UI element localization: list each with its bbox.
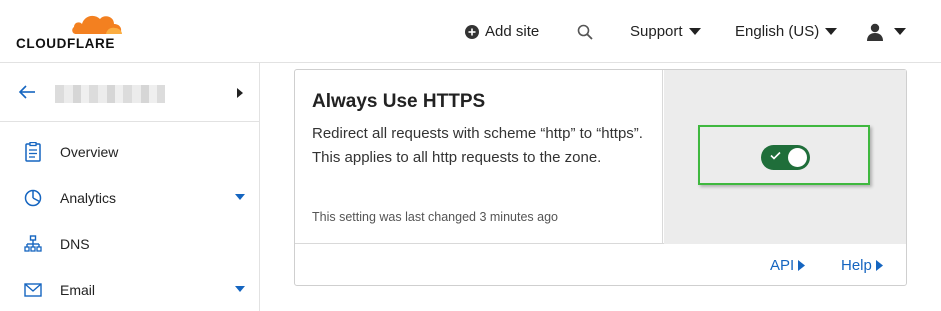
- setting-title: Always Use HTTPS: [312, 91, 486, 112]
- caret-down-icon: [825, 27, 838, 35]
- zone-selector[interactable]: [0, 63, 259, 122]
- help-link-label: Help: [841, 256, 872, 274]
- user-menu[interactable]: [866, 0, 906, 63]
- user-icon: [867, 23, 883, 41]
- top-header: CLOUDFLARE Add site Support English (US): [0, 0, 941, 63]
- document-icon: [25, 142, 41, 162]
- sidebar-item-dns[interactable]: DNS: [0, 224, 259, 264]
- card-body: Always Use HTTPS Redirect all requests w…: [295, 70, 906, 244]
- cloud-logo-icon: [72, 15, 122, 34]
- plus-circle-icon: [465, 24, 479, 39]
- zone-name-redacted: [55, 85, 165, 103]
- cloudflare-logo[interactable]: CLOUDFLARE: [16, 10, 126, 52]
- caret-right-icon: [875, 259, 883, 271]
- help-link[interactable]: Help: [841, 245, 883, 285]
- card-footer: API Help: [295, 245, 906, 285]
- caret-down-icon: [235, 194, 245, 200]
- caret-right-icon[interactable]: [237, 88, 243, 98]
- setting-control-panel: [664, 70, 906, 244]
- sidebar-item-overview[interactable]: Overview: [0, 132, 259, 172]
- caret-down-icon: [894, 27, 906, 35]
- pie-chart-icon: [24, 189, 42, 207]
- add-site-label: Add site: [485, 23, 540, 40]
- support-label: Support: [630, 23, 683, 40]
- support-dropdown[interactable]: Support: [630, 0, 701, 63]
- sidebar-item-label: Analytics: [60, 190, 117, 206]
- add-site-button[interactable]: Add site: [465, 0, 539, 63]
- sidebar-item-label: Overview: [60, 144, 119, 160]
- setting-description-panel: Always Use HTTPS Redirect all requests w…: [295, 70, 663, 244]
- last-changed-note: This setting was last changed 3 minutes …: [312, 210, 558, 224]
- caret-right-icon: [798, 259, 806, 271]
- always-use-https-card: Always Use HTTPS Redirect all requests w…: [294, 69, 907, 286]
- toggle-knob: [788, 148, 807, 167]
- sidebar-item-label: Email: [60, 282, 96, 298]
- caret-down-icon: [235, 286, 245, 292]
- sidebar-item-analytics[interactable]: Analytics: [0, 178, 259, 218]
- api-link[interactable]: API: [770, 245, 806, 285]
- envelope-icon: [24, 283, 42, 297]
- sidebar-item-email[interactable]: Email: [0, 270, 259, 310]
- setting-description: Redirect all requests with scheme “http”…: [312, 125, 643, 166]
- logo-wordmark: CLOUDFLARE: [16, 36, 115, 51]
- check-icon: [770, 151, 781, 160]
- sidebar-item-label: DNS: [60, 236, 90, 252]
- back-arrow-icon[interactable]: [18, 84, 36, 100]
- api-link-label: API: [770, 256, 795, 274]
- language-dropdown[interactable]: English (US): [735, 0, 838, 63]
- search-button[interactable]: [577, 0, 593, 63]
- https-toggle[interactable]: [761, 145, 810, 170]
- sidebar: Overview Analytics DNS Email: [0, 63, 260, 311]
- language-label: English (US): [735, 23, 820, 40]
- caret-down-icon: [688, 27, 701, 35]
- search-icon: [577, 24, 593, 40]
- network-icon: [24, 235, 42, 252]
